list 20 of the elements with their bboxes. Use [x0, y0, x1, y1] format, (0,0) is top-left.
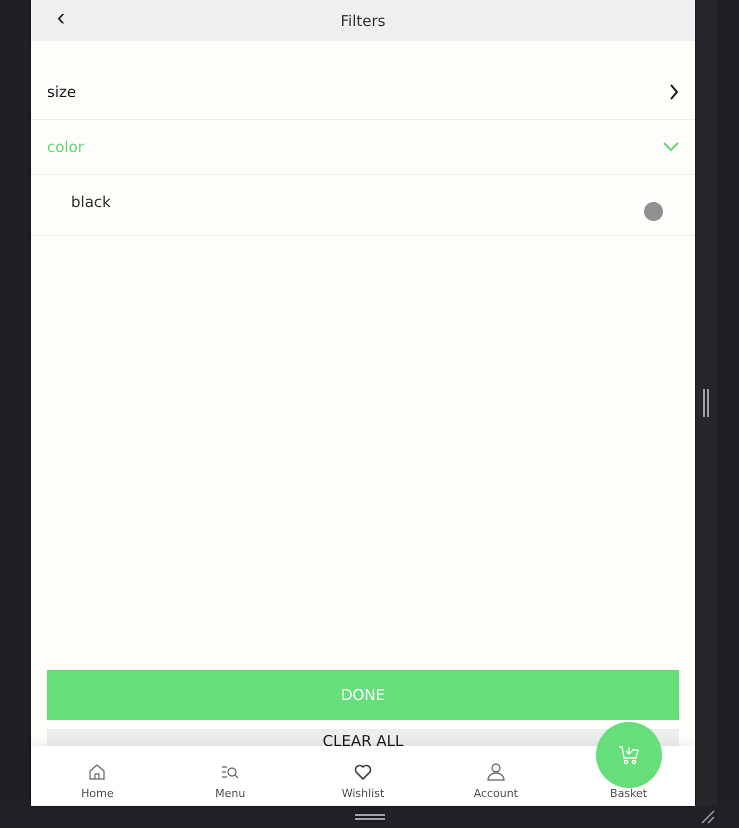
radio-dot[interactable] [644, 202, 663, 221]
heart-icon [354, 763, 372, 781]
basket-nav-item[interactable]: Basket [562, 722, 695, 806]
filter-row[interactable]: size [31, 65, 695, 120]
option-label: black [71, 193, 111, 213]
home-icon [88, 763, 106, 781]
resize-handle[interactable] [703, 389, 709, 417]
chevron-right-icon [669, 84, 679, 100]
page-title: Filters [340, 12, 386, 30]
chevron-down-icon [663, 142, 679, 152]
back-button[interactable]: ‹ [53, 4, 69, 32]
drag-handle[interactable] [354, 814, 384, 820]
nav-item[interactable]: Account [429, 763, 562, 806]
filter-label: color [47, 138, 84, 156]
filter-label: size [47, 83, 76, 101]
resize-corner-icon[interactable] [701, 810, 715, 824]
person-icon [486, 763, 505, 781]
nav-item[interactable]: Home [31, 763, 164, 806]
nav-item[interactable]: Menu [164, 763, 297, 806]
nav-item[interactable]: Wishlist [296, 763, 430, 806]
